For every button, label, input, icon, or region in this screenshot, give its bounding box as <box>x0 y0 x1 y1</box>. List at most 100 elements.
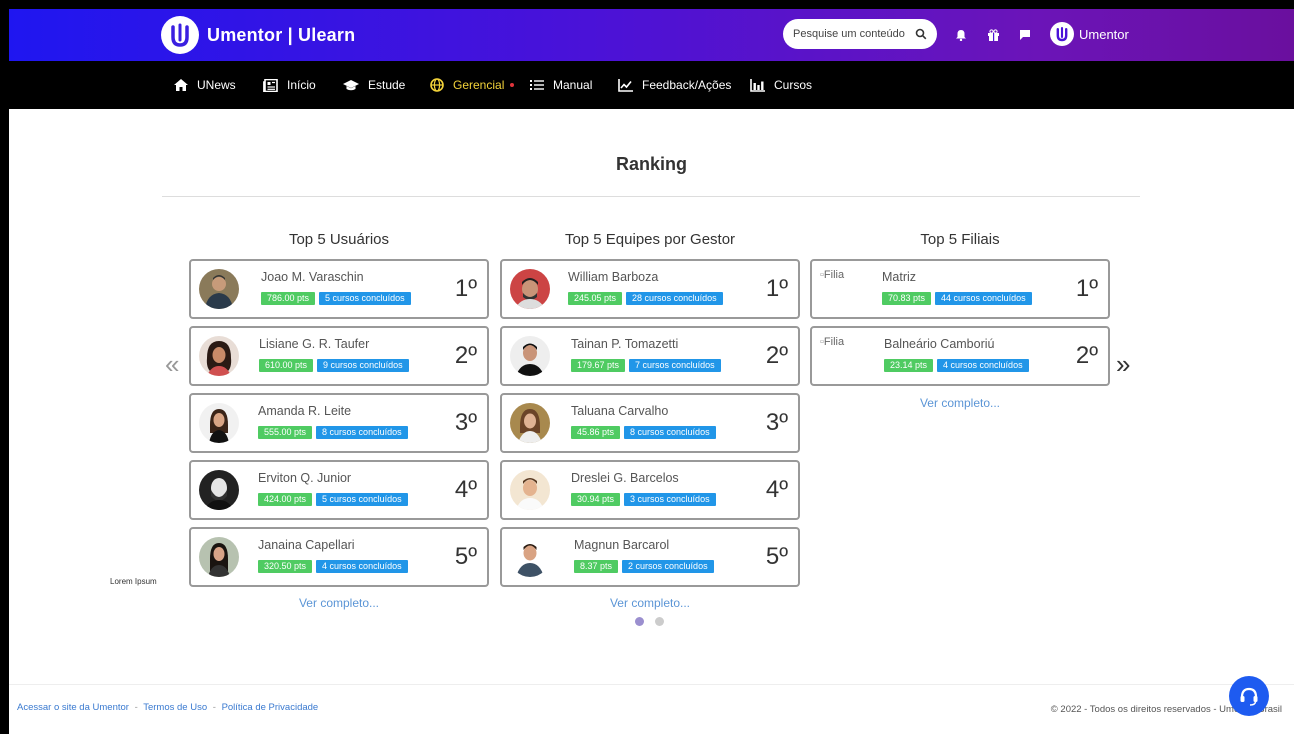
brand-name: Umentor | Ulearn <box>207 24 356 45</box>
globe-icon <box>430 78 444 92</box>
footer-links: Acessar o site da Umentor - Termos de Us… <box>17 702 318 713</box>
rank-position: 2º <box>765 342 788 369</box>
rank-position: 3º <box>765 409 788 436</box>
branch-name: Matriz <box>882 270 917 284</box>
user-menu[interactable]: Umentor <box>1050 22 1129 46</box>
nav-item-unews[interactable]: UNews <box>174 77 236 93</box>
user-avatar-icon <box>1050 22 1074 46</box>
main-nav: UNews Início Estude Gerencial Manual Fee… <box>9 61 1294 109</box>
nav-item-estude[interactable]: Estude <box>343 77 405 93</box>
carousel-dot[interactable] <box>655 617 664 626</box>
ver-completo-link[interactable]: Ver completo... <box>810 396 1110 410</box>
footer-link-privacidade[interactable]: Política de Privacidade <box>222 702 319 713</box>
courses-badge: 28 cursos concluídos <box>626 292 723 305</box>
support-chat-button[interactable] <box>1229 676 1269 716</box>
courses-badge: 2 cursos concluídos <box>622 560 714 573</box>
branch-name: Balneário Camboriú <box>884 337 995 351</box>
nav-label: Manual <box>553 78 593 92</box>
ranking-card[interactable]: Lisiane G. R. Taufer 610.00 pts 9 cursos… <box>189 326 489 386</box>
footer-link-termos[interactable]: Termos de Uso <box>143 702 207 713</box>
ranking-card[interactable]: Amanda R. Leite 555.00 pts 8 cursos conc… <box>189 393 489 453</box>
avatar <box>510 269 550 309</box>
ver-completo-link[interactable]: Ver completo... <box>500 596 800 610</box>
newspaper-icon <box>263 78 278 92</box>
brand[interactable]: Umentor | Ulearn <box>161 16 356 54</box>
carousel-dot-active[interactable] <box>635 617 644 626</box>
points-badge: 424.00 pts <box>258 493 313 506</box>
column-title-filiais: Top 5 Filiais <box>920 231 1000 248</box>
carousel-next-button[interactable]: » <box>1116 349 1130 380</box>
nav-item-inicio[interactable]: Início <box>263 77 316 93</box>
user-name: Umentor <box>1079 26 1129 42</box>
points-badge: 23.14 pts <box>884 359 934 372</box>
points-badge: 610.00 pts <box>259 359 314 372</box>
carousel-prev-button[interactable]: « <box>165 349 179 380</box>
bell-icon[interactable] <box>951 25 971 45</box>
rank-position: 1º <box>1075 275 1098 302</box>
list-icon <box>530 80 544 90</box>
title-divider <box>162 196 1140 197</box>
points-badge: 555.00 pts <box>258 426 313 439</box>
avatar <box>199 336 239 376</box>
chat-icon[interactable] <box>1015 25 1035 45</box>
badges: 30.94 pts 3 cursos concluídos <box>571 493 716 506</box>
avatar <box>510 537 550 577</box>
rank-position: 2º <box>454 342 477 369</box>
ver-completo-link[interactable]: Ver completo... <box>189 596 489 610</box>
ranking-card[interactable]: Joao M. Varaschin 786.00 pts 5 cursos co… <box>189 259 489 319</box>
user-name: Erviton Q. Junior <box>258 471 352 485</box>
search-icon[interactable] <box>915 28 927 40</box>
gift-icon[interactable] <box>983 25 1003 45</box>
rank-position: 1º <box>454 275 477 302</box>
umentor-logo-icon <box>161 16 199 54</box>
ranking-card[interactable]: Taluana Carvalho 45.86 pts 8 cursos conc… <box>500 393 800 453</box>
courses-badge: 7 cursos concluídos <box>629 359 721 372</box>
ranking-card[interactable]: William Barboza 245.05 pts 28 cursos con… <box>500 259 800 319</box>
courses-badge: 5 cursos concluídos <box>319 292 411 305</box>
nav-item-manual[interactable]: Manual <box>530 77 592 93</box>
broken-image-icon: ▫Filia <box>820 269 845 281</box>
nav-label: Gerencial <box>453 78 505 92</box>
ranking-card[interactable]: ▫Filia Matriz 70.83 pts 44 cursos conclu… <box>810 259 1110 319</box>
nav-item-gerencial[interactable]: Gerencial <box>430 77 515 93</box>
courses-badge: 8 cursos concluídos <box>624 426 716 439</box>
nav-label: Início <box>287 78 316 92</box>
ranking-card[interactable]: Janaina Capellari 320.50 pts 4 cursos co… <box>189 527 489 587</box>
graduation-cap-icon <box>343 80 359 91</box>
ranking-card[interactable]: Magnun Barcarol 8.37 pts 2 cursos conclu… <box>500 527 800 587</box>
avatar <box>199 470 239 510</box>
ranking-card[interactable]: Erviton Q. Junior 424.00 pts 5 cursos co… <box>189 460 489 520</box>
line-chart-icon <box>618 78 633 92</box>
avatar <box>510 336 550 376</box>
footer-link-site[interactable]: Acessar o site da Umentor <box>17 702 129 713</box>
badges: 424.00 pts 5 cursos concluídos <box>258 493 408 506</box>
bar-chart-icon <box>750 78 765 92</box>
ranking-card[interactable]: Tainan P. Tomazetti 179.67 pts 7 cursos … <box>500 326 800 386</box>
nav-label: Estude <box>368 78 406 92</box>
ranking-card[interactable]: Dreslei G. Barcelos 30.94 pts 3 cursos c… <box>500 460 800 520</box>
lorem-text: Lorem Ipsum <box>110 577 157 586</box>
courses-badge: 4 cursos concluídos <box>937 359 1029 372</box>
ranking-card[interactable]: ▫Filia Balneário Camboriú 23.14 pts 4 cu… <box>810 326 1110 386</box>
rank-position: 3º <box>454 409 477 436</box>
notification-dot <box>510 83 515 87</box>
nav-label: UNews <box>197 78 236 92</box>
page-title: Ranking <box>615 154 687 174</box>
search-placeholder: Pesquise um conteúdo <box>793 28 905 40</box>
column-title-equipes: Top 5 Equipes por Gestor <box>564 231 736 248</box>
badges: 179.67 pts 7 cursos concluídos <box>571 359 721 372</box>
footer-divider <box>9 684 1294 685</box>
user-name: Joao M. Varaschin <box>261 270 364 284</box>
nav-item-feedback[interactable]: Feedback/Ações <box>618 77 731 93</box>
rank-position: 4º <box>765 476 788 503</box>
badges: 786.00 pts 5 cursos concluídos <box>261 292 411 305</box>
broken-image-icon: ▫Filia <box>820 336 845 348</box>
nav-item-cursos[interactable]: Cursos <box>750 77 812 93</box>
courses-badge: 4 cursos concluídos <box>316 560 408 573</box>
rank-position: 2º <box>1075 342 1098 369</box>
user-name: Dreslei G. Barcelos <box>571 471 679 485</box>
image-alt-text: Filia <box>823 336 845 348</box>
points-badge: 8.37 pts <box>574 560 619 573</box>
nav-label: Feedback/Ações <box>642 78 732 92</box>
search-input[interactable]: Pesquise um conteúdo <box>783 19 937 49</box>
